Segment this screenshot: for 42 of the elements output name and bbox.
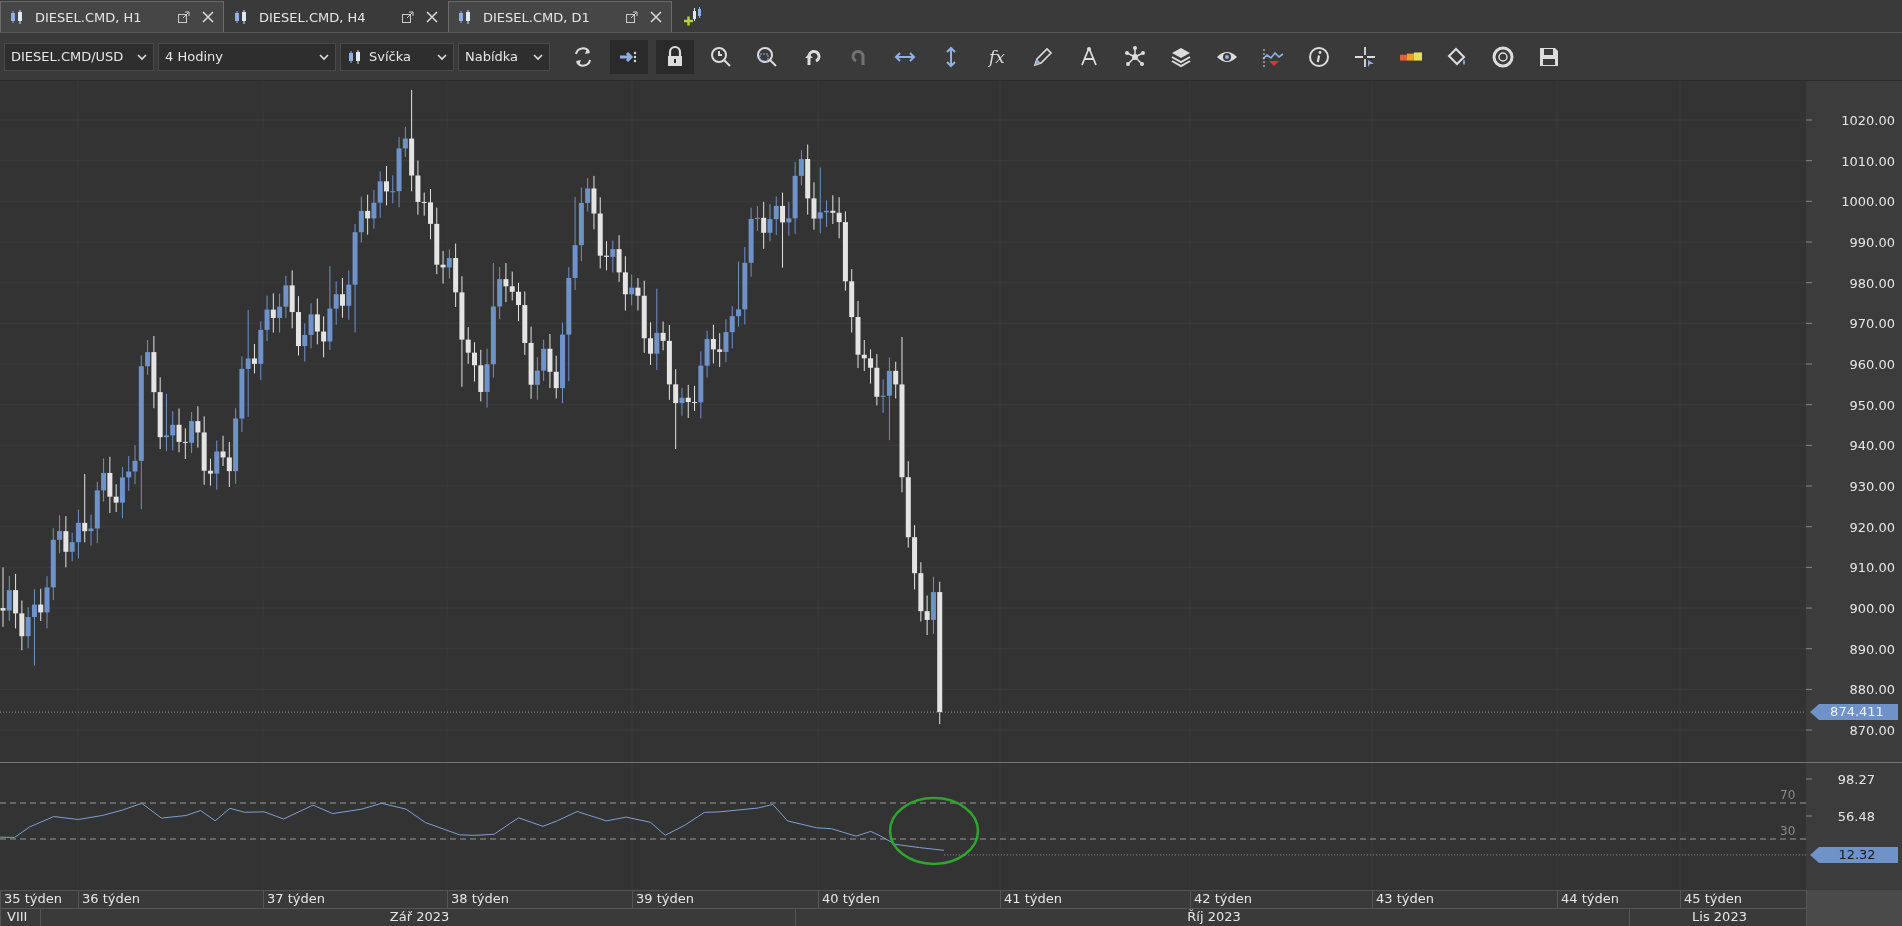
price-axis-label: 910.00 <box>1849 560 1895 576</box>
week-label: 39 týden <box>632 890 818 908</box>
month-label: VIII <box>0 908 40 926</box>
indicator-axis-label: 98.27 <box>1837 772 1875 787</box>
week-label: 40 týden <box>818 890 1000 908</box>
price-axis-label: 940.00 <box>1849 438 1895 454</box>
price-axis-label: 880.00 <box>1849 682 1895 698</box>
week-label: 43 týden <box>1372 890 1557 908</box>
indicator-axis-label: 56.48 <box>1837 809 1875 824</box>
month-label: Říj 2023 <box>795 908 1629 926</box>
level-label: 70 <box>1780 788 1796 802</box>
price-axis-label: 960.00 <box>1849 357 1895 372</box>
instrument-dropdown[interactable]: DIESEL.CMD/USD <box>4 42 154 71</box>
week-label: 41 týden <box>1000 890 1190 908</box>
price-axis-label: 990.00 <box>1849 235 1895 250</box>
price-axis-label: 950.00 <box>1849 397 1895 413</box>
current-price-tag: 874.411 <box>1810 704 1898 721</box>
price-axis-label: 870.00 <box>1849 723 1895 739</box>
price-side-dropdown[interactable]: Nabídka <box>458 42 550 71</box>
price-axis-label: 930.00 <box>1849 479 1895 495</box>
level-label: 30 <box>1780 824 1796 838</box>
price-axis-label: 980.00 <box>1849 275 1895 291</box>
price-axis-label: 1010.00 <box>1841 153 1895 169</box>
month-label: Lis 2023 <box>1629 908 1806 926</box>
price-axis-label: 890.00 <box>1849 641 1895 657</box>
chart-type-dropdown[interactable]: Svíčka <box>340 42 454 71</box>
week-label: 36 týden <box>78 890 263 908</box>
month-label: Zář 2023 <box>40 908 795 926</box>
week-label: 44 týden <box>1557 890 1680 908</box>
price-axis-label: 900.00 <box>1849 601 1895 617</box>
toolbar-button[interactable]: fx <box>978 39 1016 74</box>
price-axis-label: 920.00 <box>1849 519 1895 535</box>
price-axis-label: 970.00 <box>1849 316 1895 332</box>
price-axis-label: 1020.00 <box>1841 113 1895 128</box>
week-label: 42 týden <box>1190 890 1372 908</box>
chart-tab[interactable]: DIESEL.CMD, D1 <box>448 1 672 32</box>
week-label: 37 týden <box>263 890 447 908</box>
price-axis-label: 1000.00 <box>1841 194 1895 210</box>
week-label: 35 týden <box>0 890 78 908</box>
timeframe-dropdown[interactable]: 4 Hodiny <box>158 42 336 71</box>
chart-tab[interactable]: DIESEL.CMD, H1 <box>0 1 224 32</box>
week-label: 38 týden <box>447 890 632 908</box>
